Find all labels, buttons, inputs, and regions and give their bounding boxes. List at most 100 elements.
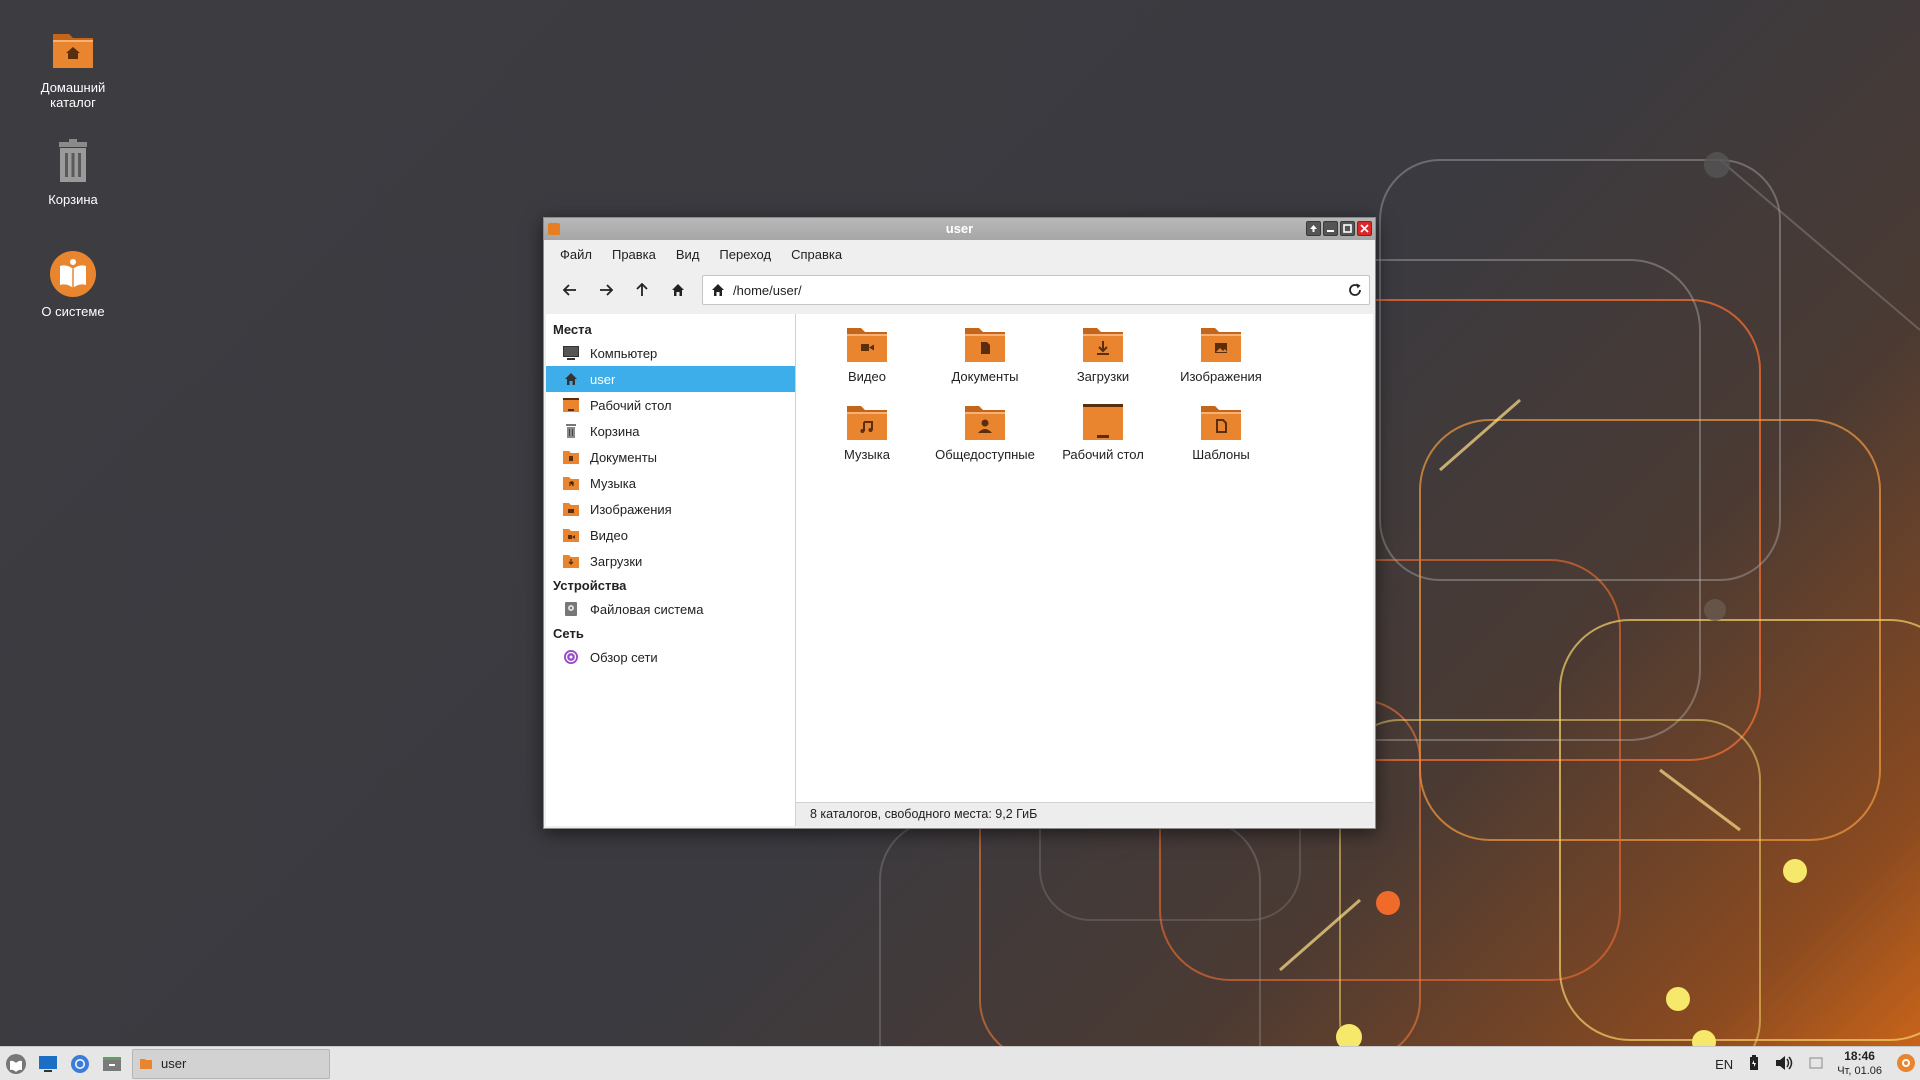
folder-item-pictures[interactable]: Изображения [1162,322,1280,388]
menu-help[interactable]: Справка [781,247,852,262]
menu-file[interactable]: Файл [550,247,602,262]
about-system-icon [49,250,97,298]
clock[interactable]: 18:46 Чт, 01.06 [1837,1049,1882,1079]
trash-icon [562,423,580,439]
sidebar-item-trash[interactable]: Корзина [546,418,795,444]
launcher-desktop[interactable] [32,1048,64,1080]
maximize-icon [1343,224,1352,233]
clock-date: Чт, 01.06 [1837,1065,1882,1077]
show-desktop-icon [39,1055,57,1072]
video-folder-icon [845,324,889,364]
sidebar-item-label: Файловая система [590,601,704,617]
desktop-icon-home[interactable]: Домашний каталог [18,26,128,110]
pictures-folder-icon [562,501,580,517]
sidebar-item-network[interactable]: Обзор сети [546,644,795,670]
file-manager-icon [103,1056,121,1071]
menu-view[interactable]: Вид [666,247,710,262]
desktop-icon-trash[interactable]: Корзина [18,138,128,207]
menubar: Файл Правка Вид Переход Справка [544,240,1375,268]
sidebar-item-label: Музыка [590,475,636,491]
folder-label: Шаблоны [1192,447,1250,462]
home-icon [672,284,684,296]
menu-go[interactable]: Переход [709,247,781,262]
file-grid: Видео Документы Загрузки Изображения Муз… [808,322,1280,466]
folder-label: Загрузки [1076,369,1130,384]
minimize-button[interactable] [1323,221,1338,236]
back-button[interactable] [552,275,588,305]
maximize-button[interactable] [1340,221,1355,236]
battery-icon[interactable] [1749,1054,1759,1074]
update-manager-icon[interactable] [1896,1053,1916,1076]
music-folder-icon [845,402,889,442]
forward-button[interactable] [588,275,624,305]
menu-edit[interactable]: Правка [602,247,666,262]
folder-label: Рабочий стол [1062,447,1144,462]
sidebar-item-desktop[interactable]: Рабочий стол [546,392,795,418]
desktop: Домашний каталог Корзина О системе user … [0,0,1920,1046]
sidebar-header-places: Места [553,322,592,337]
folder-item-templates[interactable]: Шаблоны [1162,400,1280,466]
folder-item-desktop[interactable]: Рабочий стол [1044,400,1162,466]
reload-button[interactable] [1347,282,1363,301]
up-button[interactable] [624,275,660,305]
location-bar[interactable]: /home/user/ [702,275,1370,305]
public-folder-icon [963,402,1007,442]
keyboard-layout[interactable]: EN [1715,1057,1733,1072]
desktop-icon-about[interactable]: О системе [18,250,128,319]
browser-icon [71,1054,89,1073]
desktop-icon-label: О системе [41,304,105,319]
sidebar-item-filesystem[interactable]: Файловая система [546,596,795,622]
sidebar-item-label: Корзина [590,423,640,439]
desktop-icon-label: Домашний каталог [40,80,106,110]
task-button-user[interactable]: user [132,1048,330,1079]
folder-item-downloads[interactable]: Загрузки [1044,322,1162,388]
close-button[interactable] [1357,221,1372,236]
sidebar-item-pictures[interactable]: Изображения [546,496,795,522]
folder-item-public[interactable]: Общедоступные [926,400,1044,466]
reload-icon [1349,283,1361,296]
notification-icon[interactable] [1809,1056,1823,1072]
sidebar: Места Компьютер user Рабочий стол Корзин… [546,314,796,826]
toolbar: /home/user/ [544,268,1375,312]
arrow-up-icon [636,283,648,296]
sidebar-item-label: Обзор сети [590,649,658,665]
documents-folder-icon [963,324,1007,364]
drive-icon [562,601,580,617]
sidebar-item-documents[interactable]: Документы [546,444,795,470]
home-button[interactable] [660,275,696,305]
file-view[interactable]: Видео Документы Загрузки Изображения Муз… [796,314,1373,826]
folder-label: Общедоступные [935,447,1035,462]
close-icon [1360,224,1369,233]
titlebar[interactable]: user [544,218,1375,240]
sidebar-header-devices: Устройства [553,578,627,593]
arrow-left-icon [563,284,576,296]
folder-item-music[interactable]: Музыка [808,400,926,466]
sidebar-item-downloads[interactable]: Загрузки [546,548,795,574]
folder-label: Музыка [844,447,890,462]
clock-time: 18:46 [1844,1049,1875,1063]
window-title: user [945,221,974,236]
sidebar-item-video[interactable]: Видео [546,522,795,548]
location-path[interactable]: /home/user/ [733,283,802,298]
volume-icon[interactable] [1775,1055,1793,1074]
launcher-files[interactable] [96,1048,128,1080]
home-icon [562,371,580,387]
taskbar: user EN 18:46 Чт, 01.06 [0,1046,1920,1080]
sidebar-item-computer[interactable]: Компьютер [546,340,795,366]
sidebar-item-user[interactable]: user [546,366,795,392]
downloads-folder-icon [1081,324,1125,364]
sidebar-item-music[interactable]: Музыка [546,470,795,496]
arrow-right-icon [600,284,613,296]
downloads-folder-icon [562,553,580,569]
desktop-icon-label: Корзина [48,192,98,207]
roll-up-button[interactable] [1306,221,1321,236]
start-menu-button[interactable] [0,1048,32,1080]
folder-item-documents[interactable]: Документы [926,322,1044,388]
content-area: Места Компьютер user Рабочий стол Корзин… [546,314,1373,826]
desktop-folder-icon [562,397,580,413]
sidebar-item-label: Рабочий стол [590,397,672,413]
launcher-browser[interactable] [64,1048,96,1080]
music-folder-icon [562,475,580,491]
desktop-folder-icon [1081,402,1125,442]
folder-item-video[interactable]: Видео [808,322,926,388]
